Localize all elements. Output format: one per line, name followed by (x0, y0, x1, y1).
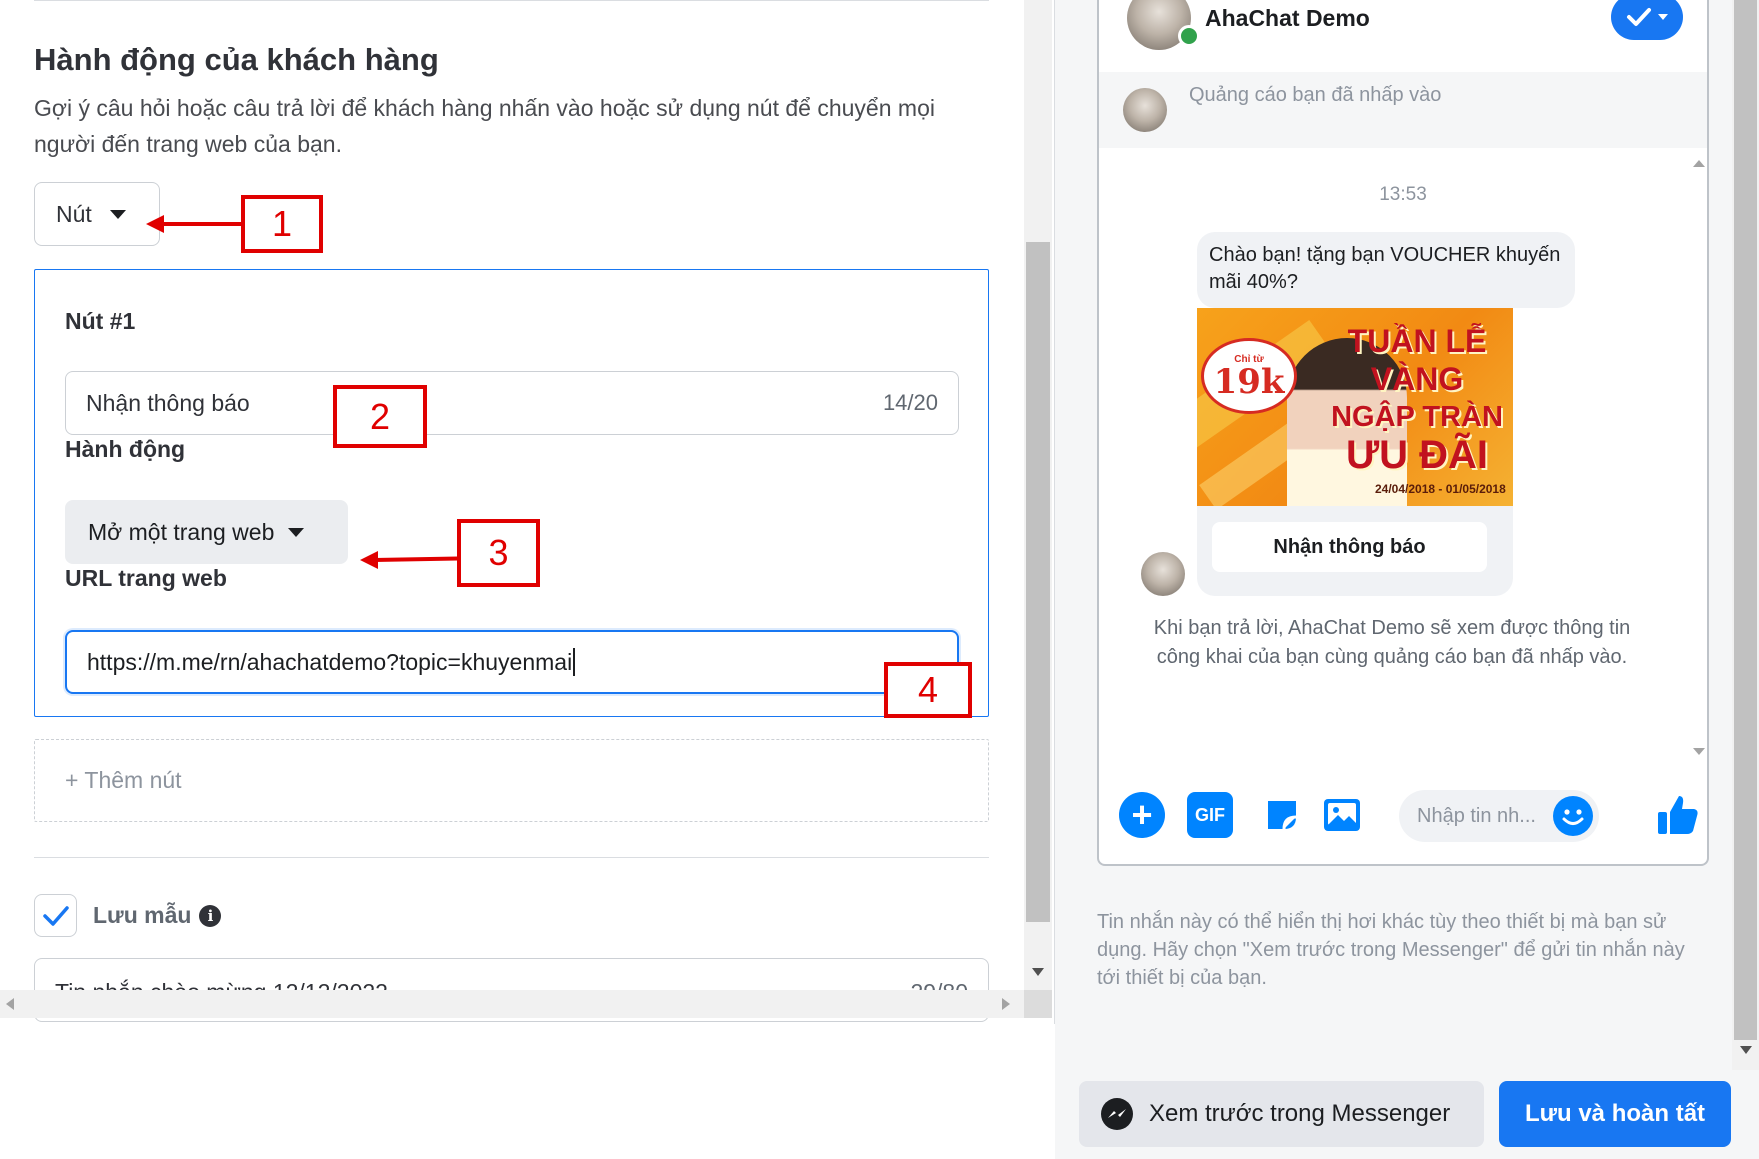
messenger-icon (1101, 1098, 1133, 1130)
scrollbar-thumb[interactable] (1734, 0, 1757, 1040)
message-input[interactable]: Nhập tin nh... (1399, 790, 1599, 842)
avatar (1123, 88, 1167, 132)
page-name: AhaChat Demo (1205, 5, 1370, 31)
button-text-value: Nhận thông báo (86, 389, 250, 416)
scrollbar-thumb[interactable] (1026, 242, 1050, 922)
button-editor: Nút #1 Nhận thông báo 14/20 Hành động Mở… (34, 269, 989, 717)
editor-panel: Hành động của khách hàng Gợi ý câu hỏi h… (0, 0, 1057, 1024)
annotation-3: 3 (457, 519, 540, 587)
section-title: Hành động của khách hàng (34, 42, 439, 77)
scroll-up-icon[interactable] (1693, 160, 1705, 167)
caret-down-icon (109, 209, 126, 219)
promo-headline: TUẦN LỄ VÀNG NGẬP TRÀN ƯU ĐÃI (1327, 322, 1507, 477)
save-and-finish-button[interactable]: Lưu và hoàn tất (1499, 1081, 1731, 1147)
scroll-left-icon[interactable] (6, 998, 14, 1010)
price-badge: Chỉ từ 19k (1201, 338, 1297, 414)
promo-date: 24/04/2018 - 01/05/2018 (1375, 482, 1506, 496)
promo-line-1: TUẦN LỄ VÀNG (1347, 323, 1487, 397)
scroll-right-icon[interactable] (1002, 998, 1010, 1010)
verified-dropdown-button[interactable] (1611, 0, 1683, 40)
price-badge-big: 19k (1213, 361, 1285, 402)
scrollbar-corner (1024, 990, 1052, 1018)
chat-area: 13:53 Chào bạn! tặng bạn VOUCHER khuyến … (1099, 148, 1707, 768)
action-dropdown[interactable]: Mở một trang web (65, 500, 348, 564)
promo-line-2: NGẬP TRÀN (1331, 401, 1503, 433)
annotation-1: 1 (241, 195, 323, 253)
like-icon[interactable] (1655, 792, 1701, 838)
action-dropdown-value: Mở một trang web (88, 518, 275, 545)
url-value: https://m.me/rn/ahachatdemo?topic=khuyen… (87, 648, 573, 675)
preview-button-label: Xem trước trong Messenger (1149, 1100, 1451, 1127)
message-input-placeholder: Nhập tin nh... (1417, 804, 1536, 827)
messenger-preview: AhaChat Demo Quảng cáo bạn đã nhấp vào 1… (1097, 0, 1709, 866)
text-cursor (573, 648, 576, 676)
privacy-disclaimer: Khi bạn trả lời, AhaChat Demo sẽ xem đượ… (1153, 617, 1631, 668)
divider (34, 0, 989, 1)
avatar (1141, 552, 1185, 596)
action-label: Hành động (65, 436, 186, 462)
ad-reference: Quảng cáo bạn đã nhấp vào (1099, 72, 1707, 148)
chat-header: AhaChat Demo (1099, 0, 1707, 70)
annotation-2: 2 (333, 385, 427, 448)
composer: + GIF Nhập tin nh... (1099, 780, 1707, 850)
caret-down-icon (1658, 14, 1668, 20)
preview-in-messenger-button[interactable]: Xem trước trong Messenger (1079, 1081, 1484, 1147)
divider (34, 857, 989, 858)
info-icon[interactable]: i (199, 904, 222, 927)
preview-panel: AhaChat Demo Quảng cáo bạn đã nhấp vào 1… (1055, 0, 1759, 1159)
url-label: URL trang web (65, 565, 227, 591)
save-template-checkbox[interactable] (34, 894, 77, 937)
check-icon (42, 905, 69, 926)
button-heading: Nút #1 (65, 308, 136, 334)
promo-line-3: ƯU ĐÃI (1345, 433, 1489, 477)
add-button[interactable]: + Thêm nút (34, 739, 989, 822)
type-dropdown[interactable]: Nút (34, 182, 160, 246)
preview-note: Tin nhắn này có thể hiển thị hơi khác tù… (1097, 911, 1685, 989)
chat-scrollbar[interactable] (1689, 148, 1707, 768)
annotation-arrow (160, 222, 242, 226)
section-description: Gợi ý câu hỏi hoặc câu trả lời để khách … (34, 95, 935, 157)
url-input[interactable]: https://m.me/rn/ahachatdemo?topic=khuyen… (65, 630, 959, 694)
scroll-down-icon[interactable] (1032, 968, 1044, 976)
annotation-arrowhead (360, 551, 378, 569)
check-icon (1627, 8, 1651, 26)
vertical-scrollbar[interactable] (1024, 0, 1052, 990)
type-dropdown-value: Nút (56, 200, 92, 227)
plus-icon[interactable]: + (1119, 792, 1165, 838)
vertical-scrollbar[interactable] (1732, 0, 1759, 1070)
card-button[interactable]: Nhận thông báo (1212, 522, 1487, 572)
caret-down-icon (288, 527, 305, 537)
scroll-down-icon[interactable] (1740, 1046, 1752, 1054)
message-timestamp: 13:53 (1379, 184, 1427, 205)
char-counter: 14/20 (882, 390, 938, 415)
promo-image: Chỉ từ 19k TUẦN LỄ VÀNG NGẬP TRÀN ƯU ĐÃI… (1197, 308, 1513, 506)
ad-clicked-text: Quảng cáo bạn đã nhấp vào (1189, 84, 1442, 106)
annotation-4: 4 (884, 662, 972, 718)
card-button-area: Nhận thông báo (1197, 506, 1513, 596)
emoji-icon[interactable] (1553, 796, 1593, 836)
button-text-input[interactable]: Nhận thông báo 14/20 (65, 371, 959, 435)
message-bubble: Chào bạn! tặng bạn VOUCHER khuyến mãi 40… (1197, 232, 1575, 308)
scroll-down-icon[interactable] (1693, 748, 1705, 755)
annotation-arrowhead (146, 215, 164, 233)
save-template-row: Lưu mẫu i (34, 894, 222, 937)
sticker-icon[interactable] (1259, 792, 1305, 838)
gif-icon[interactable]: GIF (1187, 792, 1233, 838)
photo-icon[interactable] (1319, 792, 1365, 838)
horizontal-scrollbar[interactable] (0, 990, 1024, 1018)
online-status-icon (1178, 25, 1200, 47)
save-template-label: Lưu mẫu (93, 902, 192, 928)
